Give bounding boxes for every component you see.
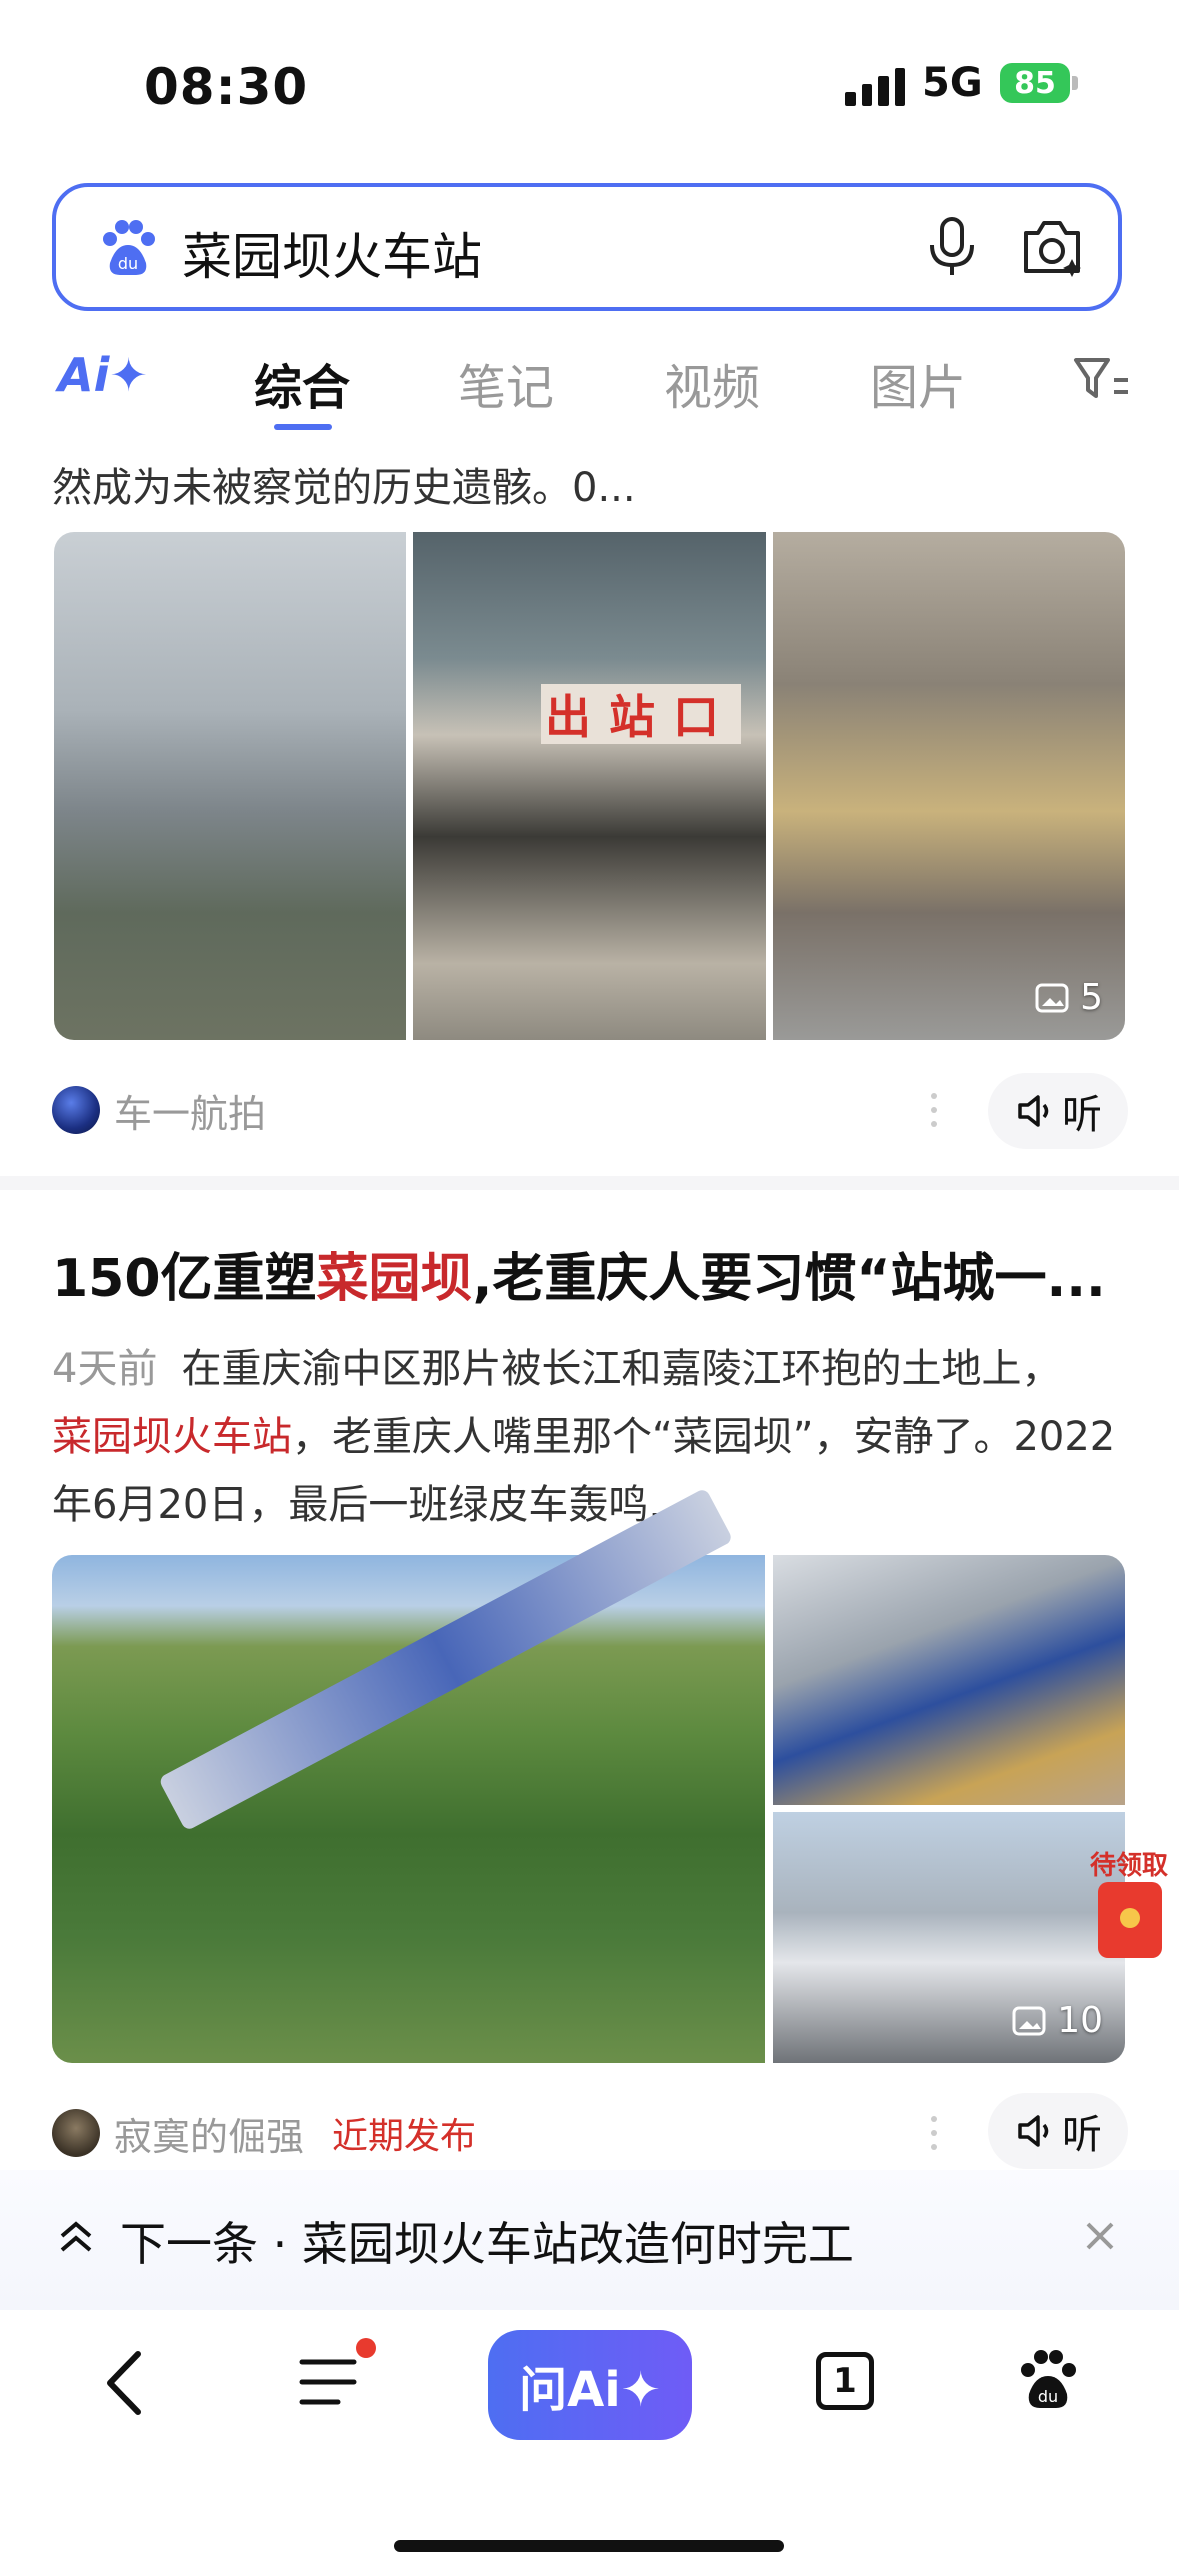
tab-comprehensive[interactable]: 综合 [254,348,350,418]
author-name[interactable]: 寂寞的倔强 [114,2106,304,2161]
image-count-badge: 10 [1011,2000,1103,2041]
more-options-icon[interactable] [930,1090,938,1130]
menu-icon[interactable] [298,2350,362,2414]
camera-search-icon[interactable] [1018,215,1086,279]
svg-text:du: du [1038,2387,1058,2406]
next-suggestion-bar[interactable]: 下一条 · 菜园坝火车站改造何时完工 [0,2170,1179,2310]
summary-text: 在重庆渝中区那片被长江和嘉陵江环抱的土地上， [181,1346,1062,1392]
summary-highlight: 菜园坝火车站 [52,1414,292,1460]
demolition-photo[interactable]: 5 [773,532,1125,1040]
active-tab-underline [274,424,332,430]
svg-text:du: du [118,254,138,273]
station-exit-photo[interactable]: 出站口 [413,532,766,1040]
result-snippet: 然成为未被察觉的历史遗骸。0... [52,465,636,511]
search-box[interactable]: du 菜园坝火车站 [52,183,1122,311]
image-count: 5 [1080,977,1103,1018]
ai-tab[interactable]: Ai✦ [58,348,148,402]
result-divider [0,1176,1179,1190]
author-row[interactable]: 车一航拍 [52,1080,266,1140]
title-highlight: 菜园坝 [316,1249,473,1309]
double-chevron-up-icon [60,2221,92,2252]
exit-sign: 出站口 [541,684,741,744]
listen-button[interactable]: 听 [988,1073,1128,1149]
tab-notes[interactable]: 笔记 [458,348,554,418]
cellular-signal-icon [845,66,905,106]
close-icon[interactable] [1080,2216,1120,2256]
listen-button[interactable]: 听 [988,2093,1128,2169]
home-indicator [394,2540,784,2552]
train-station-photo[interactable]: 10 [773,1812,1125,2063]
gallery-icon [1035,983,1069,1012]
microphone-icon[interactable] [922,215,982,279]
baidu-paw-icon: du [103,220,155,275]
network-type: 5G [922,60,983,106]
title-part: 150亿重塑 [52,1249,317,1309]
filter-icon[interactable] [1072,354,1132,402]
listen-label: 听 [1062,1092,1102,1138]
gallery-icon [1012,2006,1046,2035]
title-part: ,老重庆人要习惯“站城一... [472,1249,1106,1309]
bottom-toolbar: 问Ai✦ 1 du [0,2310,1179,2556]
publish-date: 4天前 [52,1346,158,1392]
result-summary[interactable]: 4天前 在重庆渝中区那片被长江和嘉陵江环抱的土地上， 菜园坝火车站，老重庆人嘴里那个… [52,1335,1127,1539]
speaker-icon [1018,1095,1049,1127]
avatar [52,2109,100,2157]
more-options-icon[interactable] [930,2113,938,2153]
author-name[interactable]: 车一航拍 [114,1083,266,1138]
ask-ai-button[interactable]: 问Ai✦ [488,2330,692,2440]
author-row[interactable]: 寂寞的倔强 近期发布 [52,2103,476,2163]
pending-reward-label[interactable]: 待领取 [1090,1845,1168,1882]
status-time: 08:30 [144,58,309,116]
avatar [52,1086,100,1134]
tab-switcher-button[interactable]: 1 [816,2352,874,2410]
high-speed-train-aerial-photo[interactable] [52,1487,765,2063]
train-bridge [157,1487,734,1832]
image-count-badge: 5 [1034,977,1103,1018]
battery-indicator: 85 [1000,63,1070,103]
aerial-city-photo[interactable] [54,532,406,1040]
back-icon[interactable] [100,2348,150,2418]
search-input[interactable]: 菜园坝火车站 [182,217,482,289]
next-suggestion-text[interactable]: 下一条 · 菜园坝火车站改造何时完工 [120,2208,854,2274]
train-platform-photo[interactable] [773,1555,1125,1805]
image-count: 10 [1057,2000,1103,2041]
speaker-icon [1018,2115,1049,2147]
red-packet-icon[interactable] [1098,1882,1162,1958]
listen-label: 听 [1062,2112,1102,2158]
tab-videos[interactable]: 视频 [664,348,760,418]
battery-tip [1072,76,1078,90]
baidu-paw-icon[interactable]: du [1016,2348,1080,2412]
notification-dot [356,2338,376,2358]
battery-level: 85 [1014,65,1056,101]
recent-badge: 近期发布 [332,2116,477,2157]
tab-images[interactable]: 图片 [870,348,966,418]
result-title[interactable]: 150亿重塑菜园坝,老重庆人要习惯“站城一... [52,1236,1106,1311]
